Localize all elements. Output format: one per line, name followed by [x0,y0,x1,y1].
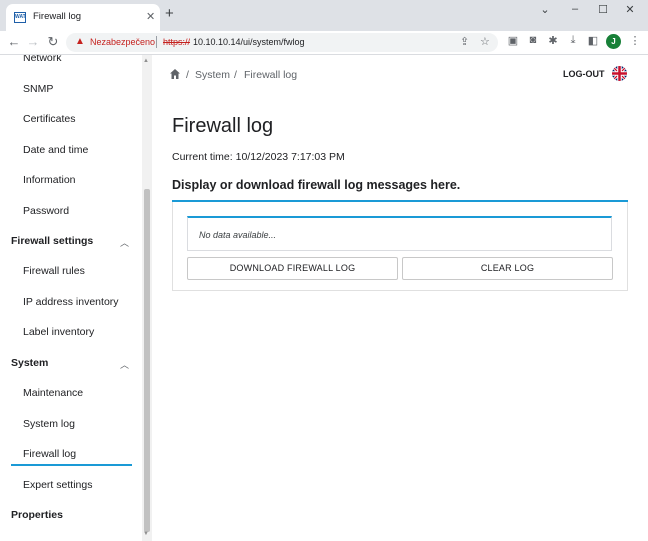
logout-button[interactable]: LOG-OUT [563,69,605,79]
page-title: Firewall log [172,115,274,137]
breadcrumb-separator: / [186,69,189,81]
section-description: Display or download firewall log message… [172,178,461,192]
url-text: 10.10.10.14/ui/system/fwlog [193,37,305,47]
sidebar-item-information[interactable]: Information [23,174,76,186]
chevron-up-icon[interactable]: ︿ [120,358,129,371]
extension-icon[interactable]: ▣ [505,34,521,47]
sidebar-group-firewall-settings[interactable]: Firewall settings [11,235,93,247]
sidebar-item-system-log[interactable]: System log [23,418,75,430]
tab-search-icon[interactable]: ⌄ [535,3,555,18]
sidebar-item-password[interactable]: Password [23,205,69,217]
sidebar: Network SNMP Certificates Date and time … [0,55,152,541]
maximize-icon[interactable]: ☐ [593,3,613,18]
sidebar-group-system[interactable]: System [11,357,48,369]
tab-close-icon[interactable]: ✕ [146,10,155,23]
scroll-up-icon[interactable]: ▲ [143,58,149,64]
no-data-message: No data available... [199,230,277,240]
sidebar-item-firewall-log[interactable]: Firewall log [23,448,76,460]
profile-avatar[interactable]: J [606,34,621,49]
main-content: / System / Firewall log LOG-OUT Firewall… [152,55,648,541]
tab-title: Firewall log [33,11,82,22]
url-scheme: https:// [163,37,191,47]
sidebar-item-snmp[interactable]: SNMP [23,83,53,95]
home-icon[interactable] [169,68,181,80]
browser-tab[interactable]: WAT Firewall log ✕ [6,4,160,31]
sidebar-item-firewall-rules[interactable]: Firewall rules [23,265,85,277]
sidebar-scrollbar-thumb[interactable] [144,189,150,532]
sidebar-item-network[interactable]: Network [23,55,62,64]
menu-kebab-icon[interactable]: ⋮ [627,34,643,47]
breadcrumb-separator: / [234,69,237,81]
browser-tab-bar: WAT Firewall log ✕ + ⌄ – ☐ ✕ [0,0,648,31]
new-tab-icon[interactable]: + [165,6,174,21]
sidebar-item-maintenance[interactable]: Maintenance [23,387,83,399]
warning-icon[interactable]: ▲ [75,36,85,47]
chevron-up-icon[interactable]: ︿ [120,236,129,249]
clear-log-button[interactable]: CLEAR LOG [402,257,613,280]
log-table: No data available... [187,216,612,251]
minimize-icon[interactable]: – [565,3,585,18]
sidebar-item-ip-address-inventory[interactable]: IP address inventory [23,296,119,308]
bookmark-star-icon[interactable]: ☆ [480,35,490,48]
breadcrumb-system[interactable]: System [195,69,230,81]
side-panel-icon[interactable]: ◧ [585,34,601,47]
security-label[interactable]: Nezabezpečeno [90,37,155,47]
puzzle-icon[interactable]: ✱ [545,34,561,47]
uk-flag-icon[interactable] [612,66,627,81]
sidebar-item-label-inventory[interactable]: Label inventory [23,326,94,338]
browser-toolbar: ← → ↻ ▲ Nezabezpečeno https:// 10.10.10.… [0,31,648,55]
sidebar-item-expert-settings[interactable]: Expert settings [23,479,92,491]
sidebar-group-properties[interactable]: Properties [11,509,63,521]
reload-icon[interactable]: ↻ [44,32,62,52]
address-separator [156,36,157,48]
active-item-indicator [11,464,132,466]
breadcrumb-firewall-log: Firewall log [244,69,298,81]
back-icon[interactable]: ← [5,32,23,52]
share-icon[interactable]: ⇪ [460,35,469,48]
download-firewall-log-button[interactable]: DOWNLOAD FIREWALL LOG [187,257,398,280]
address-bar[interactable]: ▲ Nezabezpečeno https:// 10.10.10.14/ui/… [66,33,498,52]
download-icon[interactable]: ⤓ [565,34,581,47]
forward-icon[interactable]: → [24,32,42,52]
scroll-down-icon[interactable]: ▼ [143,531,149,537]
window-close-icon[interactable]: ✕ [620,3,640,18]
site-favicon-icon: WAT [14,12,26,23]
current-time: Current time: 10/12/2023 7:17:03 PM [172,151,345,163]
extension-2-icon[interactable]: ◙ [525,34,541,46]
sidebar-item-date-and-time[interactable]: Date and time [23,144,88,156]
sidebar-item-certificates[interactable]: Certificates [23,113,76,125]
